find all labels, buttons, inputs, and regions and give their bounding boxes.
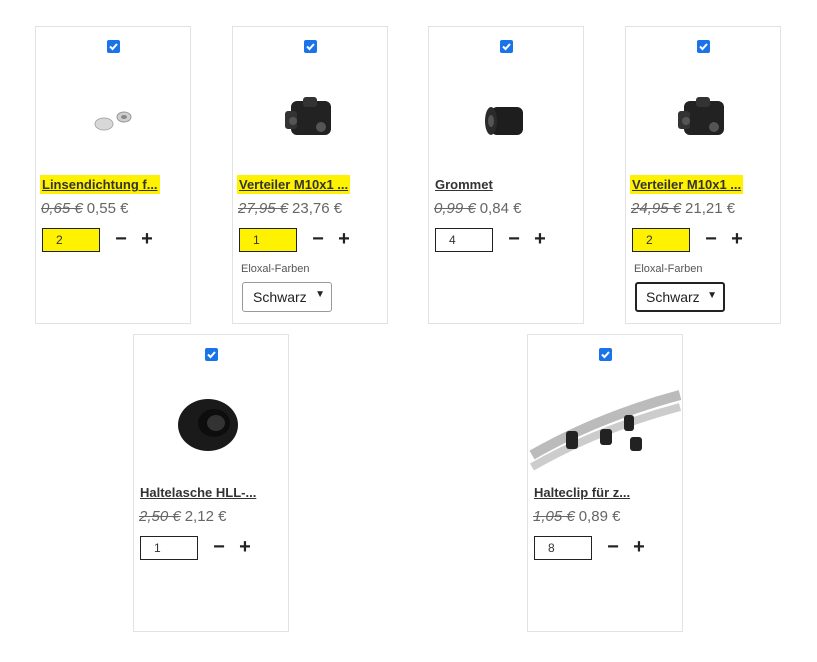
chevron-down-icon: ▼ — [315, 289, 325, 300]
decrease-button[interactable]: − — [211, 534, 227, 560]
select-checkbox[interactable] — [304, 40, 317, 53]
old-price: 1,05 € — [533, 508, 575, 525]
product-card: Grommet 0,99 €0,84 € 4 − + — [428, 26, 584, 324]
old-price: 0,65 € — [41, 200, 83, 217]
increase-button[interactable]: + — [532, 226, 548, 252]
product-title[interactable]: Grommet — [433, 175, 495, 194]
product-title[interactable]: Haltelasche HLL-... — [138, 483, 258, 502]
select-value: Schwarz — [253, 289, 307, 305]
product-card: Verteiler M10x1 ... 27,95 €23,76 € 1 − +… — [232, 26, 388, 324]
increase-button[interactable]: + — [336, 226, 352, 252]
old-price: 2,50 € — [139, 508, 181, 525]
quantity-input[interactable]: 2 — [42, 228, 100, 252]
new-price: 23,76 € — [292, 200, 343, 217]
decrease-button[interactable]: − — [310, 226, 326, 252]
increase-button[interactable]: + — [139, 226, 155, 252]
quantity-input[interactable]: 4 — [435, 228, 493, 252]
decrease-button[interactable]: − — [113, 226, 129, 252]
increase-button[interactable]: + — [237, 534, 253, 560]
select-checkbox[interactable] — [107, 40, 120, 53]
holding-tab-icon — [134, 377, 288, 477]
price: 0,65 €0,55 € — [41, 200, 128, 217]
decrease-button[interactable]: − — [703, 226, 719, 252]
old-price: 27,95 € — [238, 200, 289, 217]
old-price: 24,95 € — [631, 200, 682, 217]
old-price: 0,99 € — [434, 200, 476, 217]
quantity-input[interactable]: 1 — [140, 536, 198, 560]
grommet-icon — [429, 69, 583, 169]
quantity-input[interactable]: 2 — [632, 228, 690, 252]
variant-label: Eloxal-Farben — [241, 263, 310, 275]
distributor-icon — [626, 69, 780, 169]
product-card: Verteiler M10x1 ... 24,95 €21,21 € 2 − +… — [625, 26, 781, 324]
product-card: Linsendichtung f... 0,65 €0,55 € 2 − + — [35, 26, 191, 324]
chevron-down-icon: ▼ — [707, 290, 717, 301]
product-title[interactable]: Verteiler M10x1 ... — [630, 175, 744, 194]
price: 2,50 €2,12 € — [139, 508, 226, 525]
increase-button[interactable]: + — [729, 226, 745, 252]
select-checkbox[interactable] — [500, 40, 513, 53]
select-checkbox[interactable] — [599, 348, 612, 361]
price: 27,95 €23,76 € — [238, 200, 342, 217]
price: 0,99 €0,84 € — [434, 200, 521, 217]
new-price: 21,21 € — [685, 200, 736, 217]
decrease-button[interactable]: − — [605, 534, 621, 560]
new-price: 2,12 € — [184, 508, 227, 525]
variant-label: Eloxal-Farben — [634, 263, 703, 275]
select-checkbox[interactable] — [697, 40, 710, 53]
quantity-input[interactable]: 1 — [239, 228, 297, 252]
product-title[interactable]: Verteiler M10x1 ... — [237, 175, 351, 194]
decrease-button[interactable]: − — [506, 226, 522, 252]
price: 24,95 €21,21 € — [631, 200, 735, 217]
product-title[interactable]: Halteclip für z... — [532, 483, 632, 502]
product-title[interactable]: Linsendichtung f... — [40, 175, 160, 194]
new-price: 0,55 € — [86, 200, 129, 217]
tube-clip-icon — [528, 377, 682, 477]
distributor-icon — [233, 69, 387, 169]
increase-button[interactable]: + — [631, 534, 647, 560]
new-price: 0,84 € — [479, 200, 522, 217]
quantity-input[interactable]: 8 — [534, 536, 592, 560]
product-card: Haltelasche HLL-... 2,50 €2,12 € 1 − + — [133, 334, 289, 632]
select-value: Schwarz — [646, 289, 700, 305]
new-price: 0,89 € — [578, 508, 621, 525]
price: 1,05 €0,89 € — [533, 508, 620, 525]
select-checkbox[interactable] — [205, 348, 218, 361]
lens-seal-icon — [36, 69, 190, 169]
color-select[interactable]: Schwarz ▼ — [635, 282, 725, 312]
product-card: Halteclip für z... 1,05 €0,89 € 8 − + — [527, 334, 683, 632]
color-select[interactable]: Schwarz ▼ — [242, 282, 332, 312]
